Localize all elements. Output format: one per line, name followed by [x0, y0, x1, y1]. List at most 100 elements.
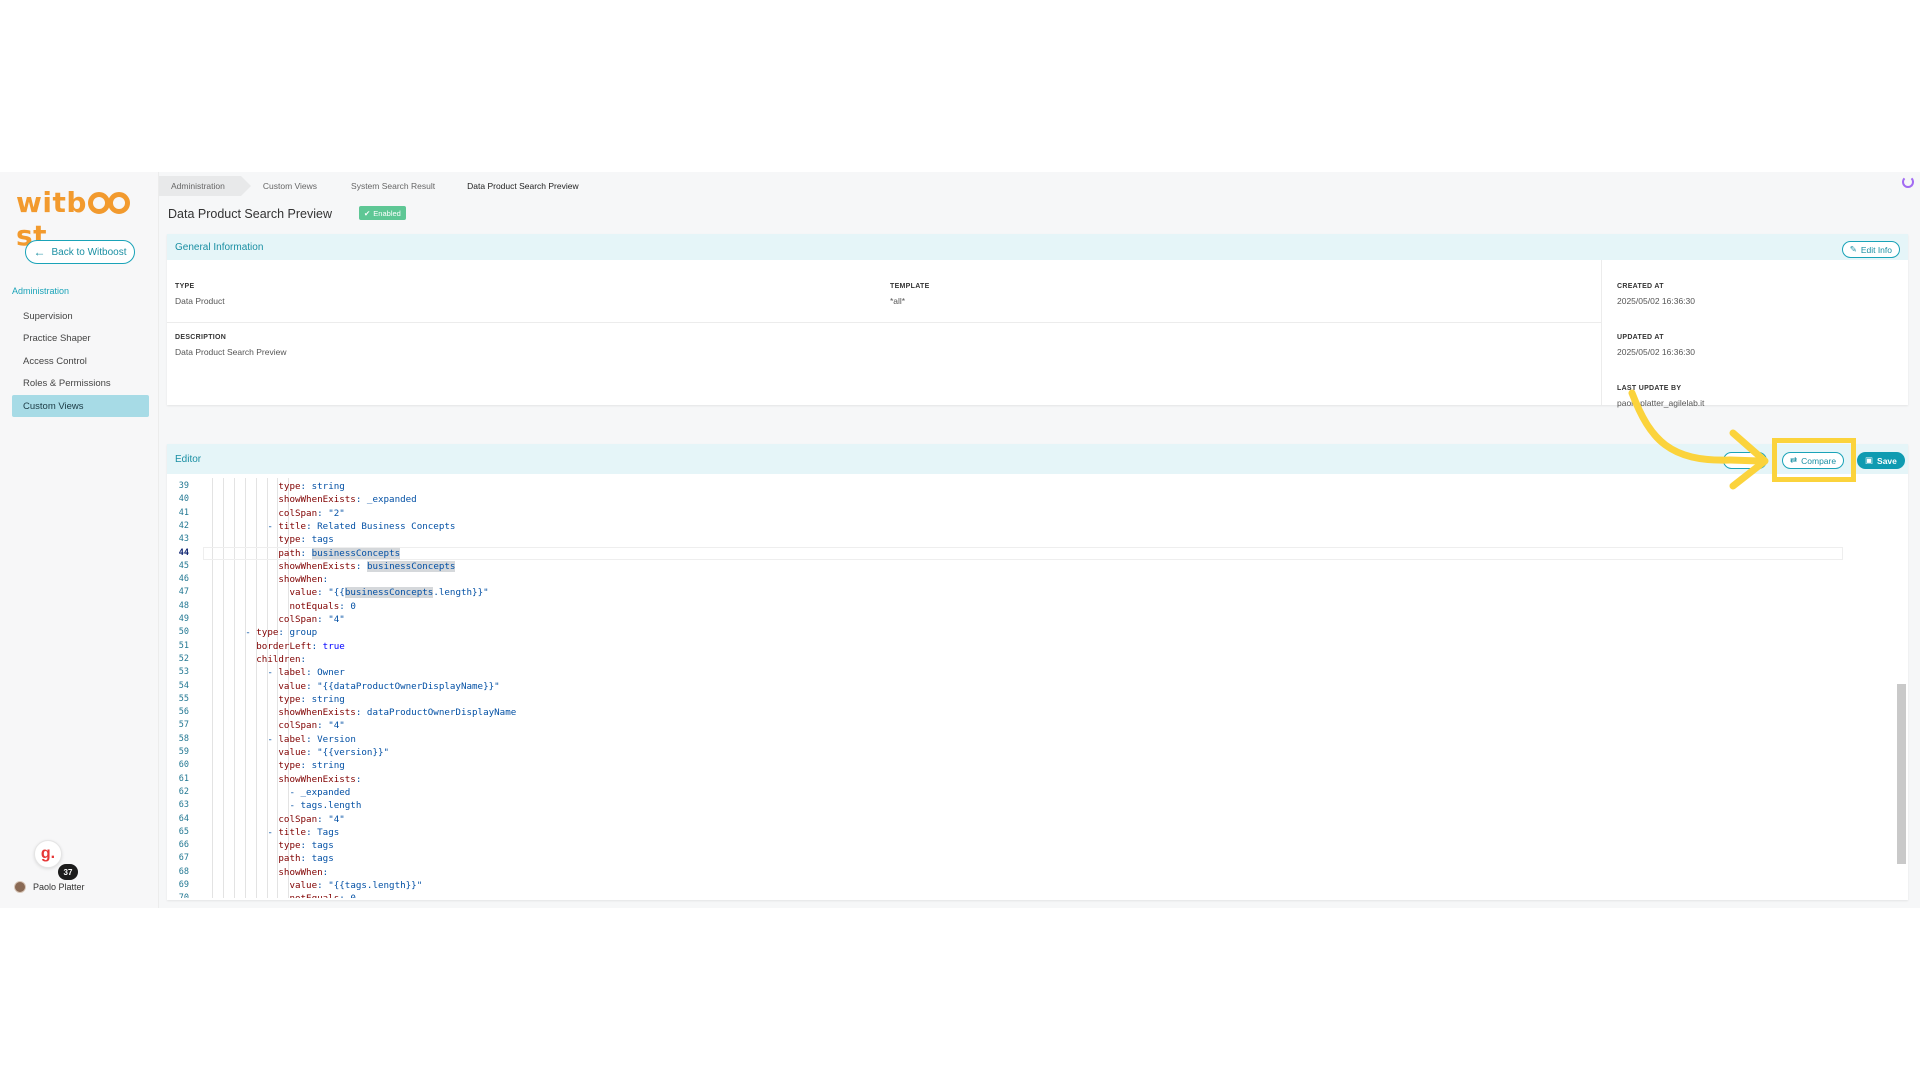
code-line: 61 showWhenExists: [167, 773, 1908, 786]
description-label: DESCRIPTION [175, 334, 227, 341]
app-window: witbst ← Back to Witboost Administration… [0, 172, 1920, 908]
line-number: 47 [178, 587, 189, 598]
back-to-witboost-button[interactable]: ← Back to Witboost [25, 240, 135, 264]
guide-badge-icon[interactable]: g. [34, 840, 62, 868]
updated-at-label: UPDATED AT [1617, 334, 1664, 341]
code-line: 53 - label: Owner [167, 666, 1908, 679]
line-number: 59 [178, 747, 189, 757]
created-at-label: CREATED AT [1617, 283, 1664, 290]
line-number: 68 [178, 866, 189, 877]
breadcrumb-custom-views[interactable]: Custom Views [241, 176, 333, 196]
line-number: 46 [178, 574, 189, 585]
code-text: type: string [278, 693, 345, 705]
code-line: 64 colSpan: "4" [167, 813, 1908, 826]
compare-highlight-annotation [1772, 438, 1856, 482]
line-number: 41 [178, 507, 189, 518]
code-text: showWhenExists: businessConcepts [278, 560, 456, 572]
code-editor[interactable]: 39 type: string 40 showWhenExists: _expan… [167, 478, 1908, 898]
code-line: 46 showWhen: [167, 573, 1908, 586]
code-line: 51 borderLeft: true [167, 640, 1908, 653]
sidebar-item-label: Custom Views [23, 400, 84, 412]
code-text: value: "{{dataProductOwnerDisplayName}}" [278, 680, 500, 692]
sidebar-item-label: Access Control [23, 355, 87, 367]
sidebar-item-supervision[interactable]: Supervision [12, 305, 149, 327]
save-button[interactable]: ▣ Save [1857, 452, 1905, 469]
code-line: 39 type: string [167, 480, 1908, 493]
line-number: 69 [178, 880, 189, 890]
code-text: showWhenExists: dataProductOwnerDisplayN… [278, 707, 517, 719]
code-line: 59 value: "{{version}}" [167, 746, 1908, 759]
edit-info-label: Edit Info [1860, 244, 1892, 255]
line-number: 66 [178, 840, 189, 851]
code-line: 69 value: "{{tags.length}}" [167, 879, 1908, 892]
back-arrow-icon: ← [33, 245, 46, 259]
sidebar-item-custom-views[interactable]: Custom Views [12, 395, 149, 417]
sidebar-item-access-control[interactable]: Access Control [12, 350, 149, 372]
editor-scrollbar[interactable] [1897, 684, 1906, 864]
edit-info-button[interactable]: ✎ Edit Info [1841, 241, 1900, 258]
save-label: Save [1877, 455, 1897, 466]
breadcrumb-system-search-result[interactable]: System Search Result [333, 176, 451, 196]
code-line: 54 value: "{{dataProductOwnerDisplayName… [167, 680, 1908, 693]
code-line: 57 colSpan: "4" [167, 719, 1908, 732]
logo-text-left: witb [16, 186, 87, 219]
card-title: Editor [175, 453, 202, 465]
line-number: 55 [178, 693, 189, 704]
code-text: showWhen: [278, 574, 329, 586]
type-value: Data Product [175, 296, 225, 306]
sidebar-item-roles-permissions[interactable]: Roles & Permissions [12, 373, 149, 395]
description-value: Data Product Search Preview [175, 347, 287, 357]
line-number: 64 [178, 813, 189, 824]
code-line: 49 colSpan: "4" [167, 613, 1908, 626]
code-text: path: tags [278, 853, 334, 865]
code-text: showWhen: [278, 866, 329, 878]
code-text: value: "{{tags.length}}" [289, 880, 423, 891]
code-text: - _expanded [212, 786, 351, 798]
line-number: 61 [178, 773, 189, 784]
page-title: Data Product Search Preview [168, 207, 332, 221]
type-label: TYPE [175, 283, 195, 290]
secondary-action-button[interactable]: t [1723, 452, 1767, 469]
code-line: 62 - _expanded [167, 786, 1908, 799]
code-line: 40 showWhenExists: _expanded [167, 493, 1908, 506]
code-text: value: "{{businessConcepts.length}}" [289, 587, 489, 599]
template-value: *all* [890, 296, 906, 306]
code-line: 70 notEquals: 0 [167, 892, 1908, 898]
sidebar-item-practice-shaper[interactable]: Practice Shaper [12, 328, 149, 350]
code-line: 44 path: businessConcepts [167, 547, 1908, 560]
breadcrumb-administration[interactable]: Administration [159, 176, 251, 196]
line-number: 49 [178, 614, 189, 624]
code-text: notEquals: 0 [212, 892, 355, 898]
line-number: 63 [178, 800, 189, 811]
avatar[interactable] [14, 881, 26, 893]
code-line: 68 showWhen: [167, 866, 1908, 879]
line-number: 56 [178, 707, 189, 718]
line-number: 62 [178, 786, 189, 797]
code-line: 48 notEquals: 0 [167, 600, 1908, 613]
code-line: 58 - label: Version [167, 733, 1908, 746]
code-line: 63 - tags.length [167, 799, 1908, 812]
code-text: type: tags [278, 840, 334, 852]
code-text: showWhenExists: _expanded [278, 494, 417, 506]
line-number: 43 [178, 534, 189, 545]
breadcrumb-label: System Search Result [351, 181, 436, 191]
code-text: colSpan: "4" [278, 813, 345, 825]
code-text: colSpan: "2" [278, 507, 345, 519]
main-content: Administration Custom Views System Searc… [159, 172, 1920, 908]
breadcrumb-label: Administration [171, 181, 225, 191]
breadcrumb: Administration Custom Views System Searc… [159, 176, 595, 196]
line-number: 60 [178, 760, 189, 771]
code-text: borderLeft: true [256, 640, 345, 652]
line-number: 48 [178, 600, 189, 611]
code-line: 55 type: string [167, 693, 1908, 706]
last-update-by-label: LAST UPDATE BY [1617, 385, 1682, 392]
line-number: 54 [178, 680, 189, 691]
general-information-card: General Information ✎ Edit Info TYPE Dat… [167, 234, 1908, 408]
user-name[interactable]: Paolo Platter [33, 882, 85, 892]
code-text: - title: Tags [212, 826, 340, 838]
line-number: 50 [178, 627, 189, 638]
loader-icon [1902, 176, 1914, 188]
line-number: 42 [178, 520, 189, 531]
code-text: - tags.length [212, 800, 362, 812]
card-title: General Information [175, 241, 264, 253]
